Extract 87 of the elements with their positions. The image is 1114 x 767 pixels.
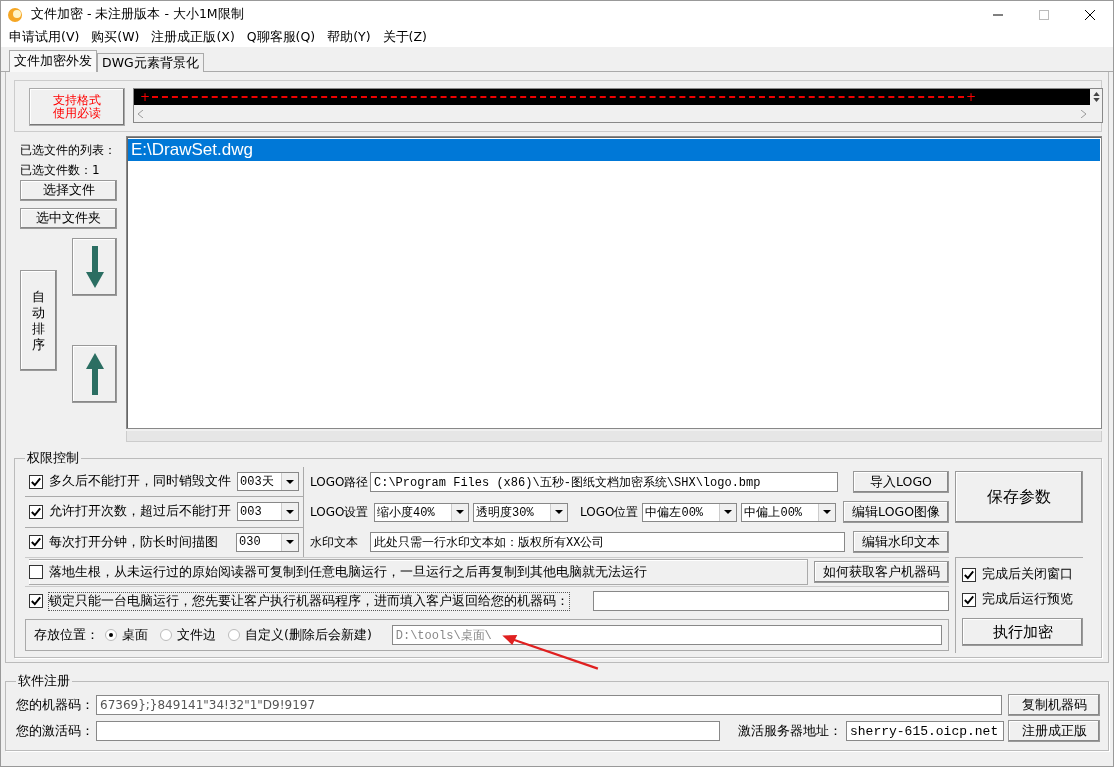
move-up-button[interactable]: [72, 345, 117, 403]
close-icon[interactable]: [1085, 9, 1095, 20]
copy-machine-code-button[interactable]: 复制机器码: [1008, 694, 1100, 716]
checkbox[interactable]: [29, 565, 43, 579]
caret-icon: [823, 510, 832, 514]
edit-logo-button[interactable]: 编辑LOGO图像: [843, 501, 949, 523]
field-label: 您的机器码：: [16, 696, 94, 714]
checkbox[interactable]: [962, 592, 976, 607]
caret-icon: [555, 510, 563, 514]
dropdown[interactable]: 中偏左00%: [642, 502, 738, 522]
caret-icon: [286, 540, 294, 545]
field-label: LOGO设置: [310, 503, 370, 521]
checkbox-label: 多久后不能打开，同时销毁文件: [49, 473, 231, 491]
caret-icon: [724, 510, 733, 514]
field-label: LOGO路径: [310, 473, 370, 491]
file-list-item[interactable]: E:\DrawSet.dwg: [128, 139, 1100, 161]
checkbox-label: 落地生根，从未运行过的原始阅读器可复制到任意电脑运行，一旦运行之后再复制到其他电脑就无法运行: [49, 563, 647, 581]
auto-sort-button[interactable]: 自动排序: [20, 270, 57, 371]
strip-start-mark: +: [140, 91, 151, 103]
radio-button[interactable]: [160, 629, 172, 641]
radio-button[interactable]: [228, 629, 240, 641]
down-arrow-icon: [85, 246, 104, 288]
radio-label: 自定义(删除后会新建): [245, 626, 372, 644]
get-machine-code-button[interactable]: 如何获取客户机器码: [814, 561, 949, 583]
checkbox-label: 每次打开分钟，防长时间描图: [49, 533, 218, 551]
file-count-label: 已选文件数：1: [20, 162, 101, 179]
horizontal-scrollbar[interactable]: [126, 431, 1102, 442]
window-title: 文件加密 - 未注册版本 - 大小1M限制: [31, 6, 244, 23]
edit-watermark-button[interactable]: 编辑水印文本: [853, 531, 949, 553]
caret-icon: [286, 479, 294, 484]
dropdown[interactable]: 中偏上00%: [741, 502, 837, 522]
storage-label: 存放位置：: [34, 626, 99, 644]
select-folder-button[interactable]: 选中文件夹: [20, 208, 117, 229]
dropdown[interactable]: 003天: [237, 472, 299, 492]
maximize-icon: [1039, 9, 1049, 20]
menu-item[interactable]: 关于(Z): [376, 29, 433, 46]
format-help-button[interactable]: 支持格式 使用必读: [29, 88, 125, 126]
checkbox[interactable]: [29, 594, 43, 608]
dropdown[interactable]: 缩小度40%: [374, 502, 469, 522]
watermark-text-field[interactable]: 此处只需一行水印文本如：版权所有XX公司: [370, 532, 845, 552]
radio-button[interactable]: [105, 629, 117, 641]
dropdown[interactable]: 030: [236, 532, 299, 552]
menu-item[interactable]: 注册成正版(X): [145, 29, 241, 46]
menu-item[interactable]: 申请试用(V): [3, 29, 86, 46]
machine-code-field[interactable]: 67369};}849141"34!32"1"D9!9197: [96, 695, 1002, 715]
scroll-up-icon[interactable]: [1092, 92, 1100, 96]
server-address-field[interactable]: sherry-615.oicp.net: [846, 721, 1004, 741]
register-button[interactable]: 注册成正版: [1008, 720, 1100, 742]
activation-code-field[interactable]: [96, 721, 720, 741]
encrypt-button[interactable]: 执行加密: [962, 618, 1083, 646]
group-title: 权限控制: [26, 450, 80, 467]
field-label: LOGO位置: [580, 503, 639, 521]
checkbox[interactable]: [29, 505, 43, 519]
logo-path-field[interactable]: C:\Program Files (x86)\五秒-图纸文档加密系统\SHX\logo.bmp: [370, 472, 838, 492]
move-down-button[interactable]: [72, 238, 117, 296]
strip-end-mark: +: [966, 91, 977, 103]
checkbox-label: 完成后关闭窗口: [982, 566, 1073, 583]
checkbox-label: 允许打开次数，超过后不能打开: [49, 503, 231, 521]
group-title: 软件注册: [17, 673, 71, 690]
field-label: 您的激活码：: [16, 722, 94, 740]
tab[interactable]: 文件加密外发: [9, 50, 97, 72]
tab[interactable]: DWG元素背景化: [97, 53, 204, 72]
radio-label: 文件边: [177, 626, 216, 644]
checkbox-label: 锁定只能一台电脑运行，您先要让客户执行机器码程序，进而填入客户返回给您的机器码：: [49, 592, 569, 610]
checkbox[interactable]: [962, 567, 976, 582]
field-label: 激活服务器地址：: [738, 722, 842, 740]
file-list-label: 已选文件的列表：: [20, 142, 117, 159]
up-arrow-icon: [85, 353, 104, 395]
checkbox-label: 完成后运行预览: [982, 591, 1073, 608]
menu-item[interactable]: Q聊客服(Q): [240, 29, 322, 46]
menu-item[interactable]: 购买(W): [85, 29, 146, 46]
scroll-down-icon[interactable]: [1092, 98, 1100, 102]
caret-icon: [456, 510, 464, 514]
app-logo-icon: [7, 6, 23, 23]
caret-icon: [286, 510, 294, 514]
machine-code-field[interactable]: [593, 591, 949, 611]
storage-path-field[interactable]: D:\tools\桌面\: [391, 625, 942, 645]
checkbox[interactable]: [29, 474, 43, 489]
import-logo-button[interactable]: 导入LOGO: [853, 471, 949, 493]
select-file-button[interactable]: 选择文件: [20, 180, 117, 201]
dropdown[interactable]: 003: [237, 502, 299, 522]
checkbox[interactable]: [29, 535, 43, 550]
save-settings-button[interactable]: 保存参数: [955, 471, 1083, 523]
radio-label: 桌面: [122, 626, 148, 644]
field-label: 水印文本: [310, 533, 359, 551]
dropdown[interactable]: 透明度30%: [473, 502, 568, 522]
menu-item[interactable]: 帮助(Y): [321, 29, 377, 46]
